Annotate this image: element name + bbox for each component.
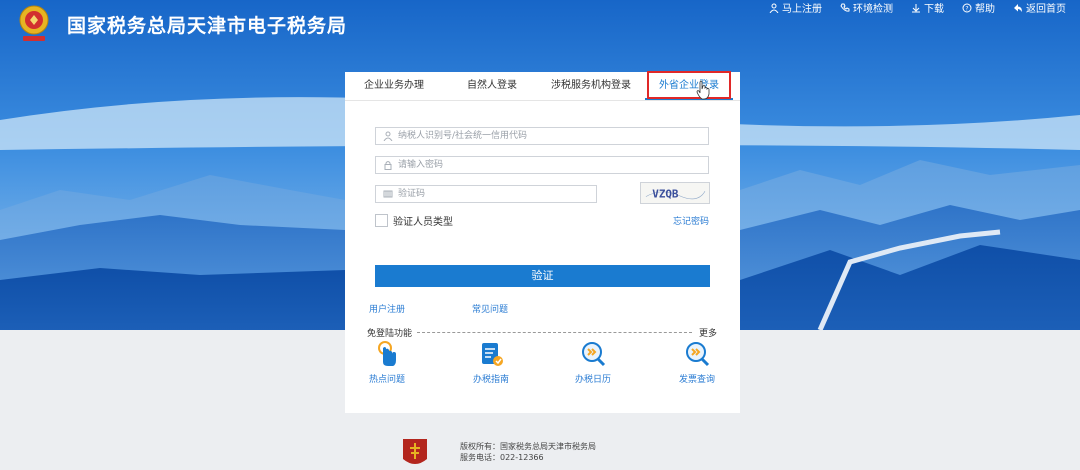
back-icon — [1014, 3, 1022, 12]
phone-icon — [840, 3, 850, 12]
verify-type-row[interactable]: 验证人员类型 — [375, 213, 453, 228]
help-icon: ? — [962, 3, 972, 12]
user-icon — [769, 3, 779, 13]
register-link[interactable]: 用户注册 — [369, 302, 405, 315]
tax-bureau-badge-icon — [403, 439, 427, 464]
forgot-password-link[interactable]: 忘记密码 — [673, 214, 709, 227]
nav-home[interactable]: 返回首页 — [1013, 0, 1066, 15]
nav-env-check-label: 环境检测 — [853, 4, 893, 15]
service-phone-text: 服务电话：022-12366 — [460, 453, 544, 462]
verify-type-label: 验证人员类型 — [393, 217, 453, 228]
password-input[interactable] — [398, 157, 698, 173]
verify-button[interactable]: 验证 — [375, 265, 710, 287]
touch-icon — [378, 341, 396, 366]
shortcut-hot-issues[interactable]: 热点问题 — [357, 340, 417, 385]
shortcut-hot-issues-label: 热点问题 — [368, 375, 405, 385]
header: 国家税务总局天津市电子税务局 马上注册 环境检测 下载 ? 帮助 返回首页 — [0, 0, 1080, 52]
copyright-text: 版权所有：国家税务总局天津市税务局 — [460, 442, 596, 451]
verify-type-checkbox[interactable] — [375, 214, 388, 227]
shortcut-invoice-query-label: 发票查询 — [678, 375, 715, 385]
search-icon — [686, 342, 710, 367]
captcha-icon — [383, 190, 393, 198]
footer-text: 版权所有：国家税务总局天津市税务局 服务电话：022-12366 — [460, 441, 596, 463]
calendar-search-icon — [582, 342, 606, 367]
shortcut-tax-calendar-label: 办税日历 — [574, 375, 611, 385]
password-field — [375, 156, 709, 174]
user-icon — [383, 131, 393, 141]
tab-individual[interactable]: 自然人登录 — [443, 72, 541, 100]
hand-cursor-icon — [696, 80, 710, 100]
site-title: 国家税务总局天津市电子税务局 — [67, 15, 348, 37]
tab-tax-agency[interactable]: 涉税服务机构登录 — [541, 72, 641, 100]
more-link[interactable]: 更多 — [699, 326, 717, 339]
highlight-box — [647, 71, 731, 99]
divider — [417, 332, 692, 333]
nav-help[interactable]: ? 帮助 — [962, 0, 995, 15]
captcha-field — [375, 185, 597, 203]
svg-text:?: ? — [965, 5, 968, 12]
captcha-input[interactable] — [398, 186, 588, 202]
nav-download-label: 下载 — [924, 4, 944, 15]
tab-enterprise[interactable]: 企业业务办理 — [345, 72, 443, 100]
free-functions-row: 免登陆功能 更多 — [367, 326, 717, 339]
captcha-text: VZQB — [652, 188, 679, 201]
login-panel: 企业业务办理 自然人登录 涉税服务机构登录 外省企业登录 VZQB 验证人员类型… — [345, 71, 740, 413]
faq-link[interactable]: 常见问题 — [472, 302, 508, 315]
nav-register[interactable]: 马上注册 — [769, 0, 822, 15]
nav-register-label: 马上注册 — [782, 4, 822, 15]
taxpayer-id-field — [375, 127, 709, 145]
lock-icon — [384, 161, 392, 170]
download-icon — [912, 3, 920, 12]
taxpayer-id-input[interactable] — [398, 128, 698, 144]
shortcut-tax-guide-label: 办税指南 — [472, 375, 509, 385]
national-emblem-icon — [19, 5, 49, 41]
shortcut-tax-guide[interactable]: 办税指南 — [461, 340, 521, 385]
shortcut-tax-calendar[interactable]: 办税日历 — [563, 340, 623, 385]
free-functions-label: 免登陆功能 — [367, 329, 413, 339]
nav-env-check[interactable]: 环境检测 — [840, 0, 893, 15]
document-icon — [482, 343, 503, 366]
captcha-image[interactable]: VZQB — [640, 182, 710, 204]
nav-download[interactable]: 下载 — [911, 0, 944, 15]
nav-help-label: 帮助 — [975, 4, 995, 15]
shortcut-invoice-query[interactable]: 发票查询 — [667, 340, 727, 385]
top-nav: 马上注册 环境检测 下载 ? 帮助 返回首页 — [769, 0, 1066, 15]
login-tabs: 企业业务办理 自然人登录 涉税服务机构登录 外省企业登录 — [345, 71, 740, 101]
nav-home-label: 返回首页 — [1026, 4, 1066, 15]
